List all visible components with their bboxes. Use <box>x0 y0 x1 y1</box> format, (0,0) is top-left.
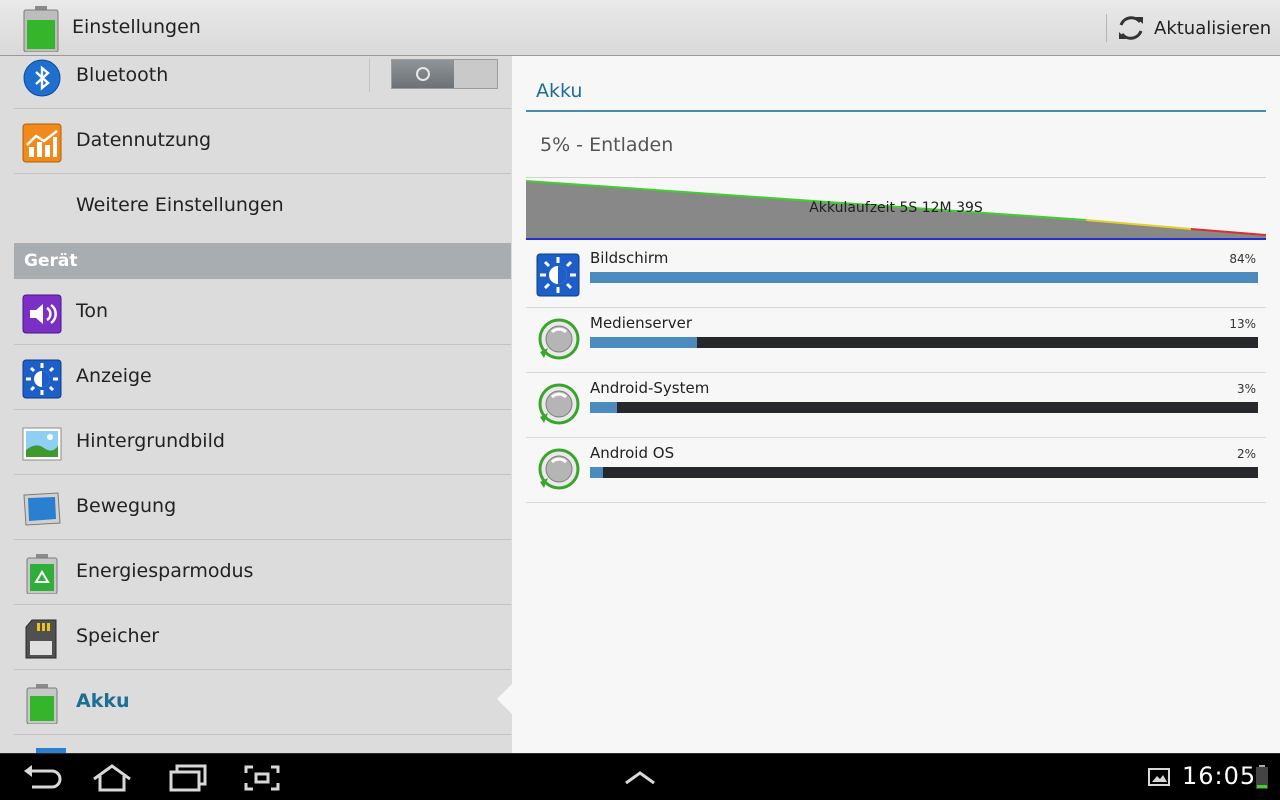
refresh-icon <box>1119 16 1143 40</box>
home-icon <box>93 764 131 792</box>
usage-bar <box>590 272 1258 283</box>
clock[interactable]: 16:05 <box>1182 762 1256 790</box>
settings-list[interactable]: Bluetooth Datennutzung Weitere Einstellu… <box>0 56 512 753</box>
usage-app-name: Bildschirm <box>590 249 669 267</box>
brightness-icon <box>536 253 580 297</box>
usage-row-android-system[interactable]: Android-System 3% <box>526 373 1266 438</box>
sidebar-item-sound[interactable]: Ton <box>14 280 511 345</box>
sidebar-item-label: Anzeige <box>76 365 152 387</box>
usage-percent: 84% <box>1229 252 1256 266</box>
usage-percent: 13% <box>1229 317 1256 331</box>
android-app-icon <box>538 383 580 425</box>
selection-pointer <box>497 684 512 714</box>
sidebar-item-data-usage[interactable]: Datennutzung <box>14 109 511 174</box>
usage-bar-fill <box>590 337 697 348</box>
sd-card-icon <box>25 619 57 659</box>
refresh-label: Aktualisieren <box>1154 17 1272 39</box>
gallery-notification-icon[interactable] <box>1148 768 1170 786</box>
bluetooth-toggle[interactable] <box>391 59 498 89</box>
usage-bar <box>590 467 1258 478</box>
sidebar-item-label: Energiesparmodus <box>76 560 254 582</box>
chevron-up-icon <box>625 771 655 785</box>
screenshot-button[interactable] <box>241 763 283 793</box>
usage-percent: 3% <box>1236 382 1256 396</box>
battery-panel: Akku 5% - Entladen Akkulaufzeit 5S 12M 3… <box>512 56 1280 753</box>
title-divider <box>526 110 1266 112</box>
toggle-off-icon <box>416 67 430 81</box>
panel-title: Akku <box>536 80 583 102</box>
action-bar: Einstellungen Aktualisieren <box>0 0 1280 56</box>
sidebar-item-label: Speicher <box>76 625 160 647</box>
back-button[interactable] <box>20 763 62 793</box>
sidebar-item-power-saving[interactable]: Energiesparmodus <box>14 540 511 605</box>
brightness-icon <box>22 359 62 399</box>
usage-app-name: Medienserver <box>590 314 693 332</box>
navigation-bar: 16:05 <box>0 753 1280 800</box>
usage-bar-fill <box>590 272 1258 283</box>
motion-icon <box>23 492 61 526</box>
sidebar-item-label: Weitere Einstellungen <box>76 194 284 216</box>
battery-status-icon <box>1256 765 1268 789</box>
usage-row-android-os[interactable]: Android OS 2% <box>526 438 1266 503</box>
action-separator <box>1106 14 1107 42</box>
usage-app-name: Android OS <box>590 444 675 462</box>
wallpaper-icon <box>22 427 62 461</box>
sidebar-item-wallpaper[interactable]: Hintergrundbild <box>14 410 511 475</box>
battery-history-graph[interactable]: Akkulaufzeit 5S 12M 39S <box>525 178 1267 240</box>
section-header-device: Gerät <box>14 243 511 279</box>
usage-app-name: Android-System <box>590 379 710 397</box>
battery-icon <box>26 684 58 724</box>
recent-apps-icon <box>169 764 207 792</box>
usage-bar-fill <box>590 467 604 478</box>
back-icon <box>24 765 62 789</box>
sidebar-item-motion[interactable]: Bewegung <box>14 475 511 540</box>
sidebar-item-label: Bewegung <box>76 495 177 517</box>
sidebar-item-label: Bluetooth <box>76 64 169 86</box>
section-label: Gerät <box>24 251 78 271</box>
sidebar-item-label: Ton <box>76 300 109 322</box>
graph-baseline <box>526 238 1266 240</box>
android-app-icon <box>538 448 580 490</box>
usage-bar-fill <box>590 402 617 413</box>
usage-row-media-server[interactable]: Medienserver 13% <box>526 308 1266 373</box>
usage-row-screen[interactable]: Bildschirm 84% <box>526 243 1266 308</box>
sidebar-item-storage[interactable]: Speicher <box>14 605 511 670</box>
usage-bar <box>590 402 1258 413</box>
sidebar-item-label: Hintergrundbild <box>76 430 225 452</box>
sidebar-item-label: Datennutzung <box>76 129 212 151</box>
bluetooth-icon <box>23 59 61 97</box>
sidebar-item-bluetooth[interactable]: Bluetooth <box>14 56 511 109</box>
recent-apps-button[interactable] <box>167 763 209 793</box>
refresh-button[interactable]: Aktualisieren <box>1116 12 1271 44</box>
battery-icon <box>23 6 59 52</box>
power-saving-icon <box>26 554 58 594</box>
screenshot-icon <box>244 765 280 791</box>
battery-status: 5% - Entladen <box>540 134 674 156</box>
sidebar-item-label: Akku <box>76 690 130 712</box>
android-app-icon <box>538 318 580 360</box>
battery-time-label: Akkulaufzeit 5S 12M 39S <box>809 200 983 216</box>
toggle-knob <box>392 60 454 88</box>
sidebar-item-more-settings[interactable]: Weitere Einstellungen <box>14 174 511 243</box>
sidebar-item-battery[interactable]: Akku <box>14 670 511 735</box>
data-usage-icon <box>22 123 62 163</box>
home-button[interactable] <box>91 763 133 793</box>
speaker-icon <box>22 294 62 334</box>
sidebar-item-display[interactable]: Anzeige <box>14 345 511 410</box>
toggle-separator <box>369 58 370 92</box>
app-title: Einstellungen <box>72 16 201 38</box>
usage-percent: 2% <box>1236 447 1256 461</box>
usage-bar <box>590 337 1258 348</box>
expand-tray-button[interactable] <box>619 763 661 793</box>
